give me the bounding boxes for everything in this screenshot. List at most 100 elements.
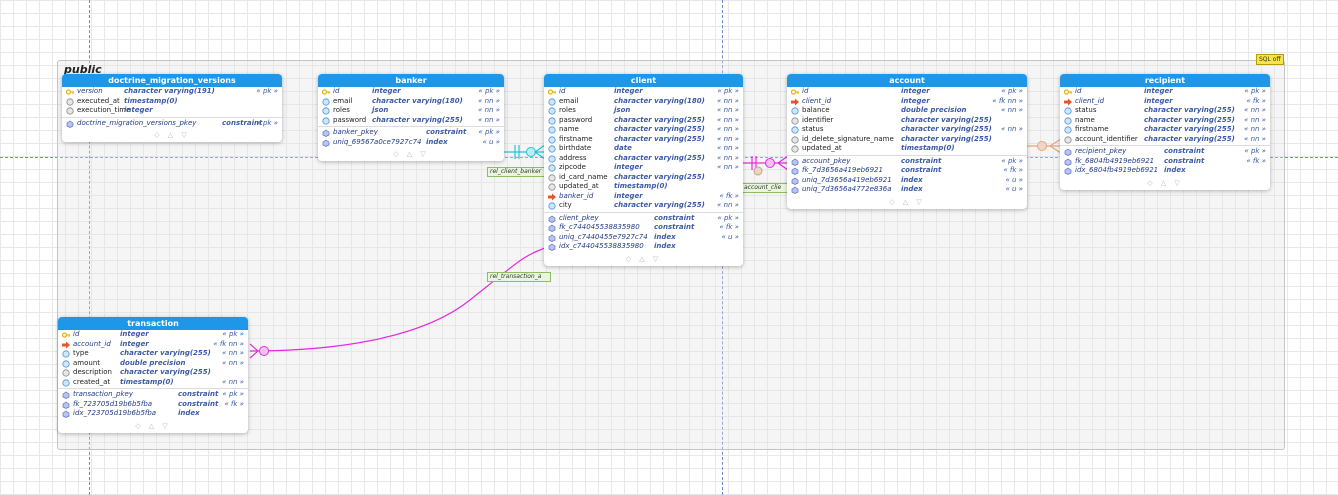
primary-key-icon [65, 88, 74, 96]
constraint-row[interactable]: client_pkey constraint « pk » [544, 214, 743, 224]
column-row[interactable]: type character varying(255) « nn » [58, 349, 248, 359]
relation-label[interactable]: rel_client_banker [487, 167, 551, 177]
column-row[interactable]: email character varying(180) « nn » [544, 97, 743, 107]
column-row[interactable]: zipcode integer « nn » [544, 163, 743, 173]
table-footer-controls[interactable]: ◇ △ ▽ [318, 147, 504, 161]
column-row[interactable]: id_delete_signature_name character varyin… [787, 135, 1027, 145]
column-row[interactable]: executed_at timestamp(0) [62, 97, 282, 107]
column-row[interactable]: account_id integer « fk nn » [58, 340, 248, 350]
constraint-row[interactable]: uniq_7d3656a4772e836a index « u » [787, 185, 1027, 195]
column-name: client_id [1075, 96, 1105, 105]
constraint-row[interactable]: banker_pkey constraint « pk » [318, 128, 504, 138]
not-null-column-icon [322, 107, 330, 115]
column-row[interactable]: id integer « pk » [1060, 87, 1270, 97]
constraint-row[interactable]: idx_c744045538835980 index [544, 242, 743, 252]
column-row[interactable]: roles json « nn » [544, 106, 743, 116]
constraint-row[interactable]: transaction_pkey constraint « pk » [58, 390, 248, 400]
table-title[interactable]: account [787, 74, 1027, 87]
column-row[interactable]: balance double precision « nn » [787, 106, 1027, 116]
table-footer-controls[interactable]: ◇ △ ▽ [544, 252, 743, 266]
table-footer-controls[interactable]: ◇ △ ▽ [58, 419, 248, 433]
column-row[interactable]: id integer « pk » [58, 330, 248, 340]
column-row[interactable]: birthdate date « nn » [544, 144, 743, 154]
column-row[interactable]: id integer « pk » [318, 87, 504, 97]
constraint-icon [791, 186, 799, 194]
column-flags: « nn » [1244, 106, 1266, 114]
column-name: account_id [73, 339, 111, 348]
column-row[interactable]: id_card_name character varying(255) [544, 173, 743, 183]
constraint-type: index [901, 175, 923, 184]
column-row[interactable]: city character varying(255) « nn » [544, 201, 743, 211]
constraint-row[interactable]: fk_723705d19b6b5fba constraint « fk » [58, 400, 248, 410]
constraint-name: idx_723705d19b6b5fba [73, 409, 157, 417]
constraint-row[interactable]: uniq_7d3656a419eb6921 index « u » [787, 176, 1027, 186]
table-title[interactable]: banker [318, 74, 504, 87]
table-footer-controls[interactable]: ◇ △ ▽ [62, 128, 282, 142]
column-row[interactable]: roles json « nn » [318, 106, 504, 116]
constraint-row[interactable]: idx_6804fb4919eb6921 index [1060, 166, 1270, 176]
column-row[interactable]: updated_at timestamp(0) [544, 182, 743, 192]
column-row[interactable]: client_id integer « fk nn » [787, 97, 1027, 107]
constraint-row[interactable]: doctrine_migration_versions_pkey constrai… [62, 119, 282, 129]
table-footer-controls[interactable]: ◇ △ ▽ [1060, 176, 1270, 190]
table-recipient[interactable]: recipient id integer « pk » client_id integer… [1060, 74, 1270, 190]
constraint-row[interactable]: uniq_69567a0ce7927c74 index « u » [318, 138, 504, 148]
constraint-name: uniq_7d3656a4772e836a [802, 185, 892, 193]
not-null-column-icon [1064, 107, 1072, 115]
constraint-row[interactable]: fk_6804fb4919eb6921 constraint « fk » [1060, 157, 1270, 167]
column-row[interactable]: firstname character varying(255) « nn » [544, 135, 743, 145]
column-row[interactable]: banker_id integer « fk » [544, 192, 743, 202]
column-name: name [1075, 115, 1095, 124]
table-footer-controls[interactable]: ◇ △ ▽ [787, 195, 1027, 209]
column-row[interactable]: version character varying(191) « pk » [62, 87, 282, 97]
table-banker[interactable]: banker id integer « pk » email character vary… [318, 74, 504, 161]
column-row[interactable]: id integer « pk » [544, 87, 743, 97]
column-row[interactable]: password character varying(255) « nn » [544, 116, 743, 126]
column-name: id_card_name [559, 172, 608, 181]
column-name: type [73, 349, 89, 357]
column-row[interactable]: execution_time integer [62, 106, 282, 116]
table-title[interactable]: recipient [1060, 74, 1270, 87]
constraint-row[interactable]: account_pkey constraint « pk » [787, 157, 1027, 167]
column-row[interactable]: status character varying(255) « nn » [787, 125, 1027, 135]
column-type: character varying(255) [120, 368, 211, 376]
column-row[interactable]: amount double precision « nn » [58, 359, 248, 369]
column-row[interactable]: account_identifier character varying(255)… [1060, 135, 1270, 145]
constraint-icon [322, 139, 330, 147]
relation-label[interactable]: rel_transaction_a [487, 272, 551, 282]
column-name: city [559, 201, 572, 209]
column-row[interactable]: identifier character varying(255) [787, 116, 1027, 126]
not-null-column-icon [1064, 126, 1072, 134]
relation-label[interactable]: account_clie [741, 183, 791, 193]
column-row[interactable]: email character varying(180) « nn » [318, 97, 504, 107]
not-null-column-icon [548, 107, 556, 115]
column-row[interactable]: name character varying(255) « nn » [544, 125, 743, 135]
column-row[interactable]: password character varying(255) « nn » [318, 116, 504, 126]
table-doctrine-migration-versions[interactable]: doctrine_migration_versions version charac… [62, 74, 282, 142]
column-row[interactable]: id integer « pk » [787, 87, 1027, 97]
table-title[interactable]: doctrine_migration_versions [62, 74, 282, 87]
constraint-row[interactable]: fk_7d3656a419eb6921 constraint « fk » [787, 166, 1027, 176]
constraint-row[interactable]: uniq_c7440455e7927c74 index « u » [544, 233, 743, 243]
constraint-name: banker_pkey [333, 128, 378, 136]
column-name: email [559, 96, 579, 105]
table-client[interactable]: client id integer « pk » email character vary… [544, 74, 743, 266]
constraint-row[interactable]: recipient_pkey constraint « pk » [1060, 147, 1270, 157]
column-row[interactable]: name character varying(255) « nn » [1060, 116, 1270, 126]
column-row[interactable]: client_id integer « fk » [1060, 97, 1270, 107]
constraint-row[interactable]: fk_c744045538835980 constraint « fk » [544, 223, 743, 233]
table-title[interactable]: transaction [58, 317, 248, 330]
column-flags: « nn » [1244, 134, 1266, 143]
column-row[interactable]: updated_at timestamp(0) [787, 144, 1027, 154]
table-title[interactable]: client [544, 74, 743, 87]
column-row[interactable]: firstname character varying(255) « nn » [1060, 125, 1270, 135]
constraint-type: constraint [654, 223, 695, 231]
column-row[interactable]: status character varying(255) « nn » [1060, 106, 1270, 116]
table-account[interactable]: account id integer « pk » client_id integer « … [787, 74, 1027, 209]
column-row[interactable]: address character varying(255) « nn » [544, 154, 743, 164]
not-null-column-icon [791, 107, 799, 115]
table-transaction[interactable]: transaction id integer « pk » account_id inte… [58, 317, 248, 433]
constraint-row[interactable]: idx_723705d19b6b5fba index [58, 409, 248, 419]
column-row[interactable]: description character varying(255) [58, 368, 248, 378]
column-row[interactable]: created_at timestamp(0) « nn » [58, 378, 248, 388]
